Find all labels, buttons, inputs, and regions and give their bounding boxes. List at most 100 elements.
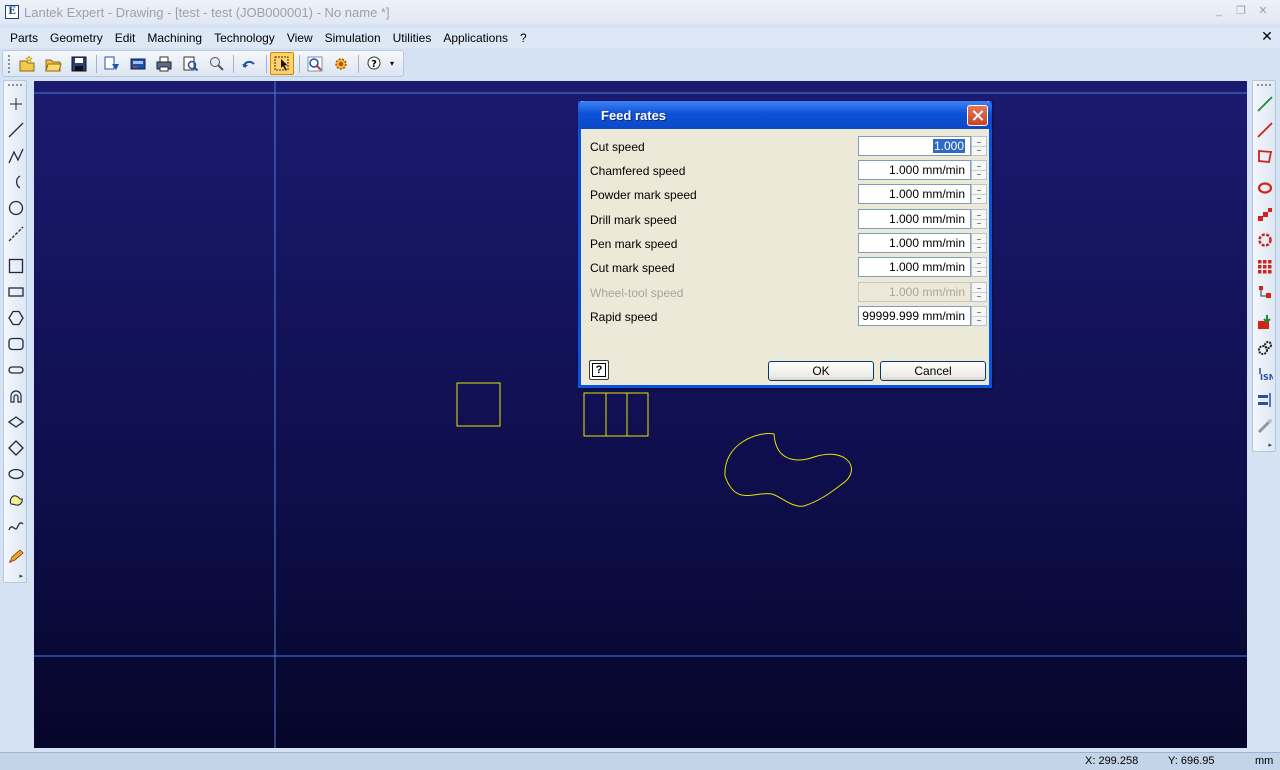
panel-expand-arrow[interactable]: ▸ <box>1268 441 1272 449</box>
menu-parts[interactable]: Parts <box>4 28 44 48</box>
menu-help[interactable]: ? <box>514 28 533 48</box>
cut-mark-speed-input[interactable]: 1.000 mm/min <box>858 257 971 277</box>
panel-grip[interactable] <box>1257 84 1271 90</box>
dialog-title-bar[interactable]: Feed rates <box>578 101 992 129</box>
dashed-line-tool[interactable] <box>6 224 26 244</box>
minimize-button[interactable]: _ <box>1210 3 1228 19</box>
panel-expand-arrow[interactable]: ▸ <box>19 572 23 580</box>
tool-setting-tool[interactable] <box>1255 416 1275 436</box>
divided-rectangle-part[interactable] <box>583 392 649 437</box>
slot-tool[interactable] <box>6 360 26 380</box>
pen-mark-speed-label: Pen mark speed <box>590 237 678 251</box>
close-window-button[interactable]: ✕ <box>1254 3 1272 19</box>
green-line-tool[interactable] <box>1255 94 1275 114</box>
zoom-all-button[interactable] <box>329 52 353 75</box>
menu-machining[interactable]: Machining <box>141 28 208 48</box>
import-tool[interactable] <box>1255 312 1275 332</box>
align-tool[interactable] <box>1255 390 1275 410</box>
chamfered-speed-input[interactable]: 1.000 mm/min <box>858 160 971 180</box>
menu-applications[interactable]: Applications <box>437 28 514 48</box>
toolbar-grip[interactable] <box>8 54 11 73</box>
undo-button[interactable] <box>237 52 261 75</box>
print-icon <box>156 56 172 71</box>
chamfered-speed-spinner[interactable] <box>971 160 987 180</box>
rhombus-icon <box>8 416 24 428</box>
kidney-part[interactable] <box>724 433 852 507</box>
select-tool-button[interactable] <box>270 52 294 75</box>
export-button[interactable] <box>100 52 124 75</box>
print-preview-button[interactable] <box>178 52 202 75</box>
restore-button[interactable]: ❐ <box>1232 3 1250 19</box>
drill-mark-speed-spinner[interactable] <box>971 209 987 229</box>
menu-edit[interactable]: Edit <box>109 28 142 48</box>
pencil-tool[interactable] <box>6 546 26 566</box>
dialog-close-button[interactable] <box>967 105 988 126</box>
red-line-tool[interactable] <box>1255 120 1275 140</box>
freeform-tool[interactable] <box>6 490 26 510</box>
print-button[interactable] <box>152 52 176 75</box>
menu-technology[interactable]: Technology <box>208 28 281 48</box>
keyhole-icon <box>10 390 22 403</box>
drill-mark-speed-input[interactable]: 1.000 mm/min <box>858 209 971 229</box>
powder-mark-speed-input[interactable]: 1.000 mm/min <box>858 184 971 204</box>
document-close-button[interactable]: ✕ <box>1260 28 1274 44</box>
gear-contour-tool[interactable] <box>1255 230 1275 250</box>
spline-tool[interactable] <box>6 516 26 536</box>
ellipse-tool[interactable] <box>6 464 26 484</box>
zoom-preview-button[interactable] <box>204 52 228 75</box>
rounded-rect-tool[interactable] <box>6 334 26 354</box>
zoom-window-button[interactable] <box>303 52 327 75</box>
machine-button[interactable] <box>126 52 150 75</box>
menu-geometry[interactable]: Geometry <box>44 28 109 48</box>
arc-icon <box>16 175 21 189</box>
ok-button[interactable]: OK <box>768 361 874 381</box>
zoom-window-icon <box>307 56 323 71</box>
toolbar-more-button[interactable]: ▾ <box>390 59 394 68</box>
cut-mark-speed-spinner[interactable] <box>971 257 987 277</box>
save-button[interactable] <box>67 52 91 75</box>
square-part[interactable] <box>456 382 501 427</box>
keyhole-tool[interactable] <box>6 386 26 406</box>
chamfered-speed-label: Chamfered speed <box>590 164 686 178</box>
hexagon-tool[interactable] <box>6 308 26 328</box>
pen-mark-speed-spinner[interactable] <box>971 233 987 253</box>
rapid-speed-spinner[interactable] <box>971 306 987 326</box>
steps-tool[interactable] <box>1255 204 1275 224</box>
pen-mark-speed-input[interactable]: 1.000 mm/min <box>858 233 971 253</box>
rhombus-tool[interactable] <box>6 412 26 432</box>
polygon-contour-tool[interactable] <box>1255 146 1275 166</box>
ring-red-icon <box>1257 182 1273 194</box>
menu-view[interactable]: View <box>281 28 319 48</box>
cut-speed-input[interactable]: 1.000 <box>858 136 971 156</box>
tree-tool[interactable] <box>1255 282 1275 302</box>
rapid-speed-input[interactable]: 99999.999 mm/min <box>858 306 971 326</box>
square-tool[interactable] <box>6 256 26 276</box>
rectangle-tool[interactable] <box>6 282 26 302</box>
context-help-button[interactable]: ? <box>362 52 386 75</box>
panel-grip[interactable] <box>8 84 22 90</box>
powder-mark-speed-spinner[interactable] <box>971 184 987 204</box>
gears-tool[interactable] <box>1255 338 1275 358</box>
octagon-icon <box>8 440 24 456</box>
point-tool[interactable] <box>6 94 26 114</box>
cut-speed-spinner[interactable] <box>971 136 987 156</box>
grid-red-icon <box>1258 260 1272 274</box>
square-icon <box>8 258 24 274</box>
isn-icon: ISN <box>1259 368 1273 382</box>
ring-tool[interactable] <box>1255 178 1275 198</box>
new-part-button[interactable] <box>15 52 39 75</box>
technology-tool-panel: ISN ▸ <box>1252 80 1276 452</box>
open-button[interactable] <box>41 52 65 75</box>
polyline-tool[interactable] <box>6 146 26 166</box>
line-tool[interactable] <box>6 120 26 140</box>
arc-tool[interactable] <box>6 172 26 192</box>
octagon-tool[interactable] <box>6 438 26 458</box>
menu-simulation[interactable]: Simulation <box>319 28 387 48</box>
align-icon <box>1258 393 1271 407</box>
circle-tool[interactable] <box>6 198 26 218</box>
dialog-help-button[interactable]: ? <box>589 360 609 380</box>
grid-array-tool[interactable] <box>1255 256 1275 276</box>
isn-tool[interactable]: ISN <box>1255 364 1275 384</box>
menu-utilities[interactable]: Utilities <box>387 28 438 48</box>
cancel-button[interactable]: Cancel <box>880 361 986 381</box>
